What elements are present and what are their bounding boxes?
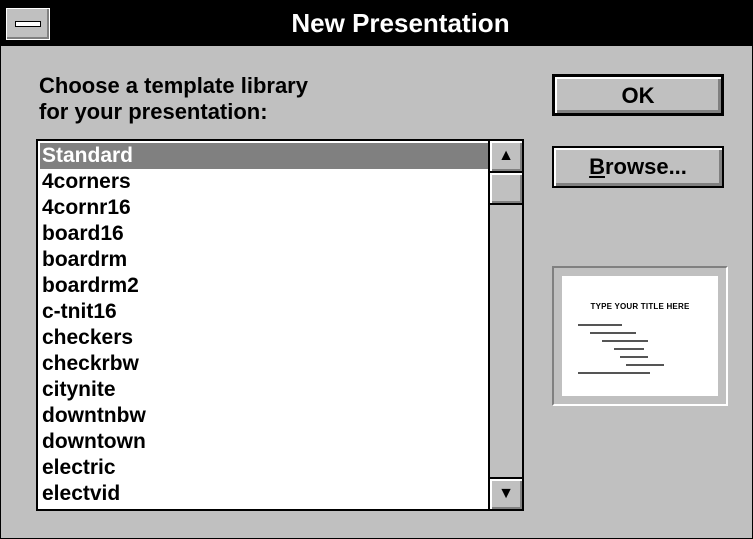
template-list-item[interactable]: checkrbw xyxy=(40,351,488,377)
scroll-up-button[interactable]: ▲ xyxy=(490,141,522,173)
browse-label: rowse... xyxy=(604,154,687,179)
template-list-item[interactable]: electric xyxy=(40,455,488,481)
template-preview: TYPE YOUR TITLE HERE xyxy=(562,276,718,396)
template-list-item[interactable]: c-tnit16 xyxy=(40,299,488,325)
template-list-item[interactable]: 4corners xyxy=(40,169,488,195)
title-bar: New Presentation xyxy=(1,1,752,46)
template-list-item[interactable]: boardrm xyxy=(40,247,488,273)
ok-button[interactable]: OK xyxy=(552,74,724,116)
preview-bullet-line xyxy=(620,356,648,358)
arrow-down-icon: ▼ xyxy=(498,485,514,502)
template-list-item[interactable]: 4cornr16 xyxy=(40,195,488,221)
template-list-item[interactable]: citynite xyxy=(40,377,488,403)
preview-bullet-line xyxy=(578,324,622,326)
template-prompt-label: Choose a template library for your prese… xyxy=(39,73,308,124)
template-list-item[interactable]: checkers xyxy=(40,325,488,351)
template-list-item[interactable]: electvid xyxy=(40,481,488,507)
template-list-item[interactable]: boardrm2 xyxy=(40,273,488,299)
template-listbox[interactable]: Standard 4corners 4cornr16 board16 boardrm bo… xyxy=(36,139,524,511)
template-list-item[interactable]: Standard xyxy=(40,143,488,169)
preview-bullet-line xyxy=(590,332,636,334)
preview-bullet-line xyxy=(602,340,648,342)
scroll-down-button[interactable]: ▼ xyxy=(490,477,522,509)
preview-bullet-line xyxy=(626,364,664,366)
browse-mnemonic: B xyxy=(589,154,605,179)
preview-title-text: TYPE YOUR TITLE HERE xyxy=(590,302,690,311)
scroll-thumb[interactable] xyxy=(490,173,522,205)
template-list-item[interactable]: board16 xyxy=(40,221,488,247)
system-menu-button[interactable] xyxy=(6,8,50,40)
system-menu-icon xyxy=(15,21,41,27)
new-presentation-dialog: New Presentation Choose a template libra… xyxy=(0,0,753,539)
arrow-up-icon: ▲ xyxy=(498,147,514,164)
template-list-items: Standard 4corners 4cornr16 board16 boardrm bo… xyxy=(40,143,488,507)
preview-bullet-line xyxy=(614,348,644,350)
preview-bullet-line xyxy=(578,372,650,374)
template-list-item[interactable]: downtown xyxy=(40,429,488,455)
vertical-scrollbar[interactable]: ▲ ▼ xyxy=(488,141,522,509)
template-list-item[interactable]: downtnbw xyxy=(40,403,488,429)
browse-button[interactable]: Browse... xyxy=(552,146,724,188)
dialog-title: New Presentation xyxy=(291,8,510,38)
template-preview-frame: TYPE YOUR TITLE HERE xyxy=(552,266,728,406)
